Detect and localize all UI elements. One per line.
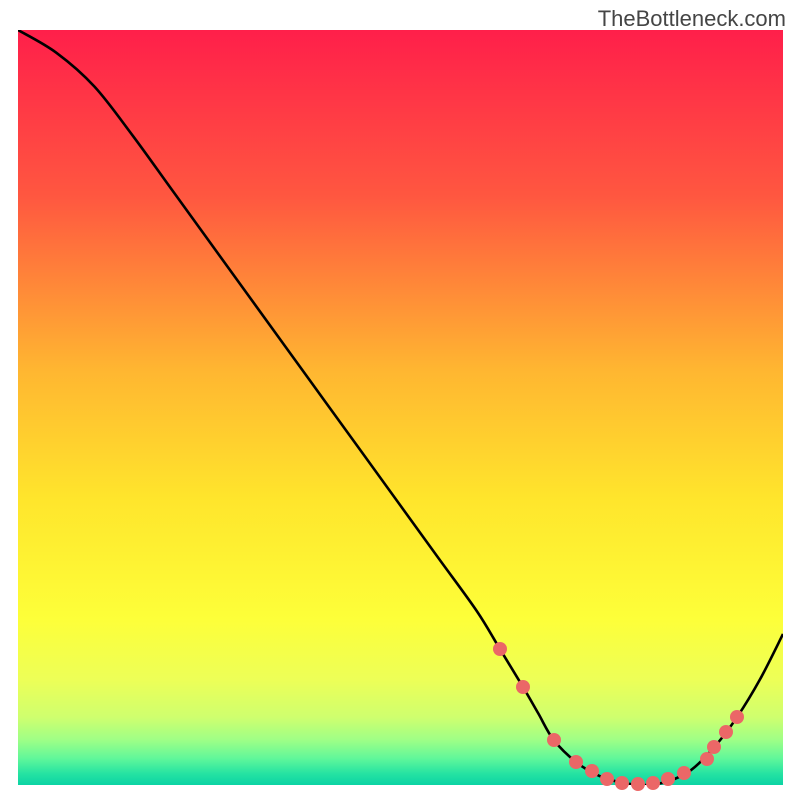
marker-dot <box>677 766 691 780</box>
marker-dot <box>661 772 675 786</box>
marker-dot <box>585 764 599 778</box>
marker-dot <box>646 776 660 790</box>
marker-dot <box>493 642 507 656</box>
bottleneck-curve <box>18 30 783 785</box>
marker-dot <box>569 755 583 769</box>
watermark-text: TheBottleneck.com <box>598 6 786 32</box>
curve-layer <box>18 30 783 785</box>
marker-dot <box>719 725 733 739</box>
marker-dot <box>730 710 744 724</box>
marker-dot <box>516 680 530 694</box>
chart-area <box>18 30 783 785</box>
marker-dot <box>615 776 629 790</box>
marker-dot <box>600 772 614 786</box>
marker-dot <box>631 777 645 791</box>
marker-dot <box>707 740 721 754</box>
marker-dot <box>547 733 561 747</box>
